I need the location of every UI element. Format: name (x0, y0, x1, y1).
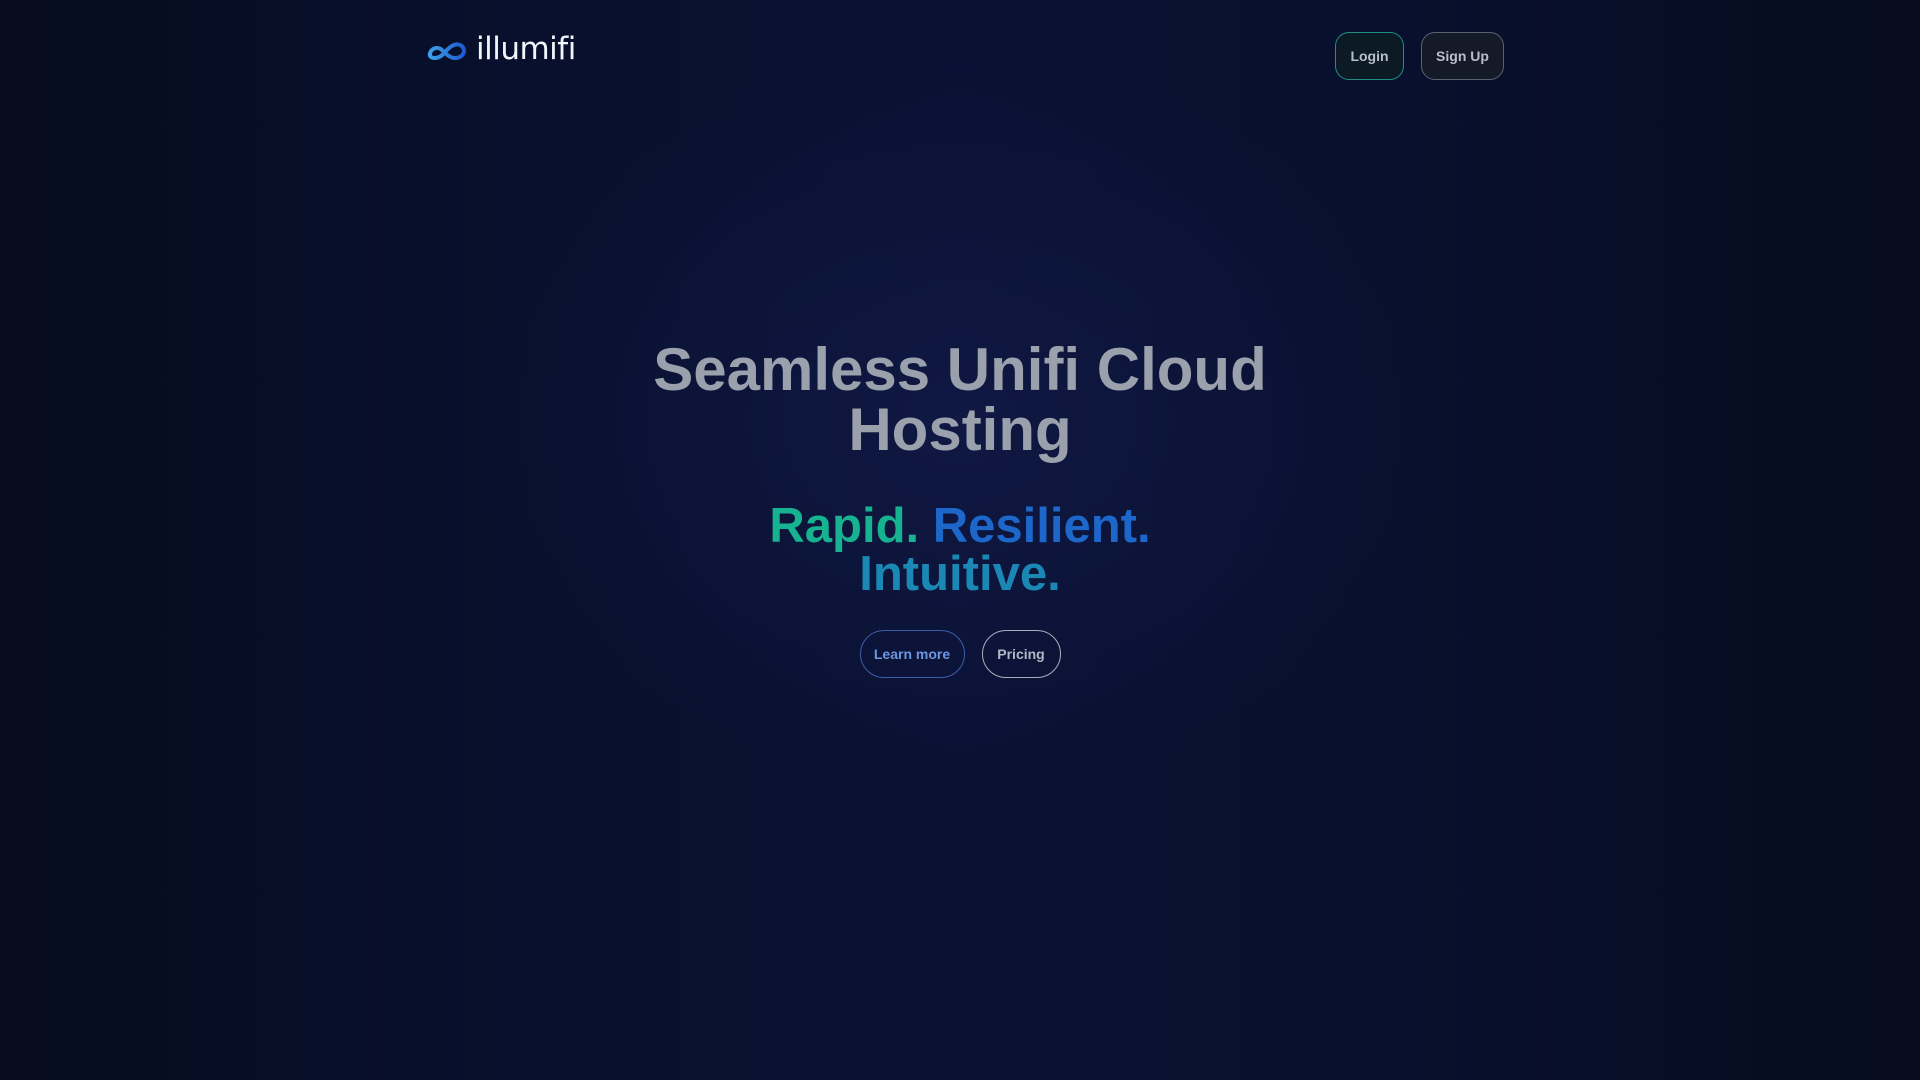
logo[interactable]: illumifi (424, 34, 576, 65)
hero-actions: Learn more Pricing (0, 630, 1920, 678)
tagline-rapid: Rapid. (769, 499, 920, 553)
hero-title: Seamless Unifi Cloud Hosting (653, 336, 1267, 463)
tagline-resilient: Resilient. (932, 499, 1151, 553)
login-button[interactable]: Login (1335, 32, 1404, 80)
tagline: Rapid. Resilient. Intuitive. (730, 499, 1190, 601)
learn-more-button[interactable]: Learn more (859, 630, 965, 678)
sign-up-button[interactable]: Sign Up (1421, 32, 1504, 80)
logo-wordmark: illumifi (476, 31, 576, 67)
hero-section: Seamless Unifi Cloud Hosting Rapid. Resi… (0, 340, 1920, 678)
pricing-button[interactable]: Pricing (981, 630, 1061, 678)
top-navigation: illumifi Login Sign Up (0, 0, 1920, 112)
infinity-cloud-icon (427, 41, 467, 60)
tagline-intuitive: Intuitive. (859, 547, 1061, 601)
auth-buttons: Login Sign Up (1335, 32, 1504, 80)
